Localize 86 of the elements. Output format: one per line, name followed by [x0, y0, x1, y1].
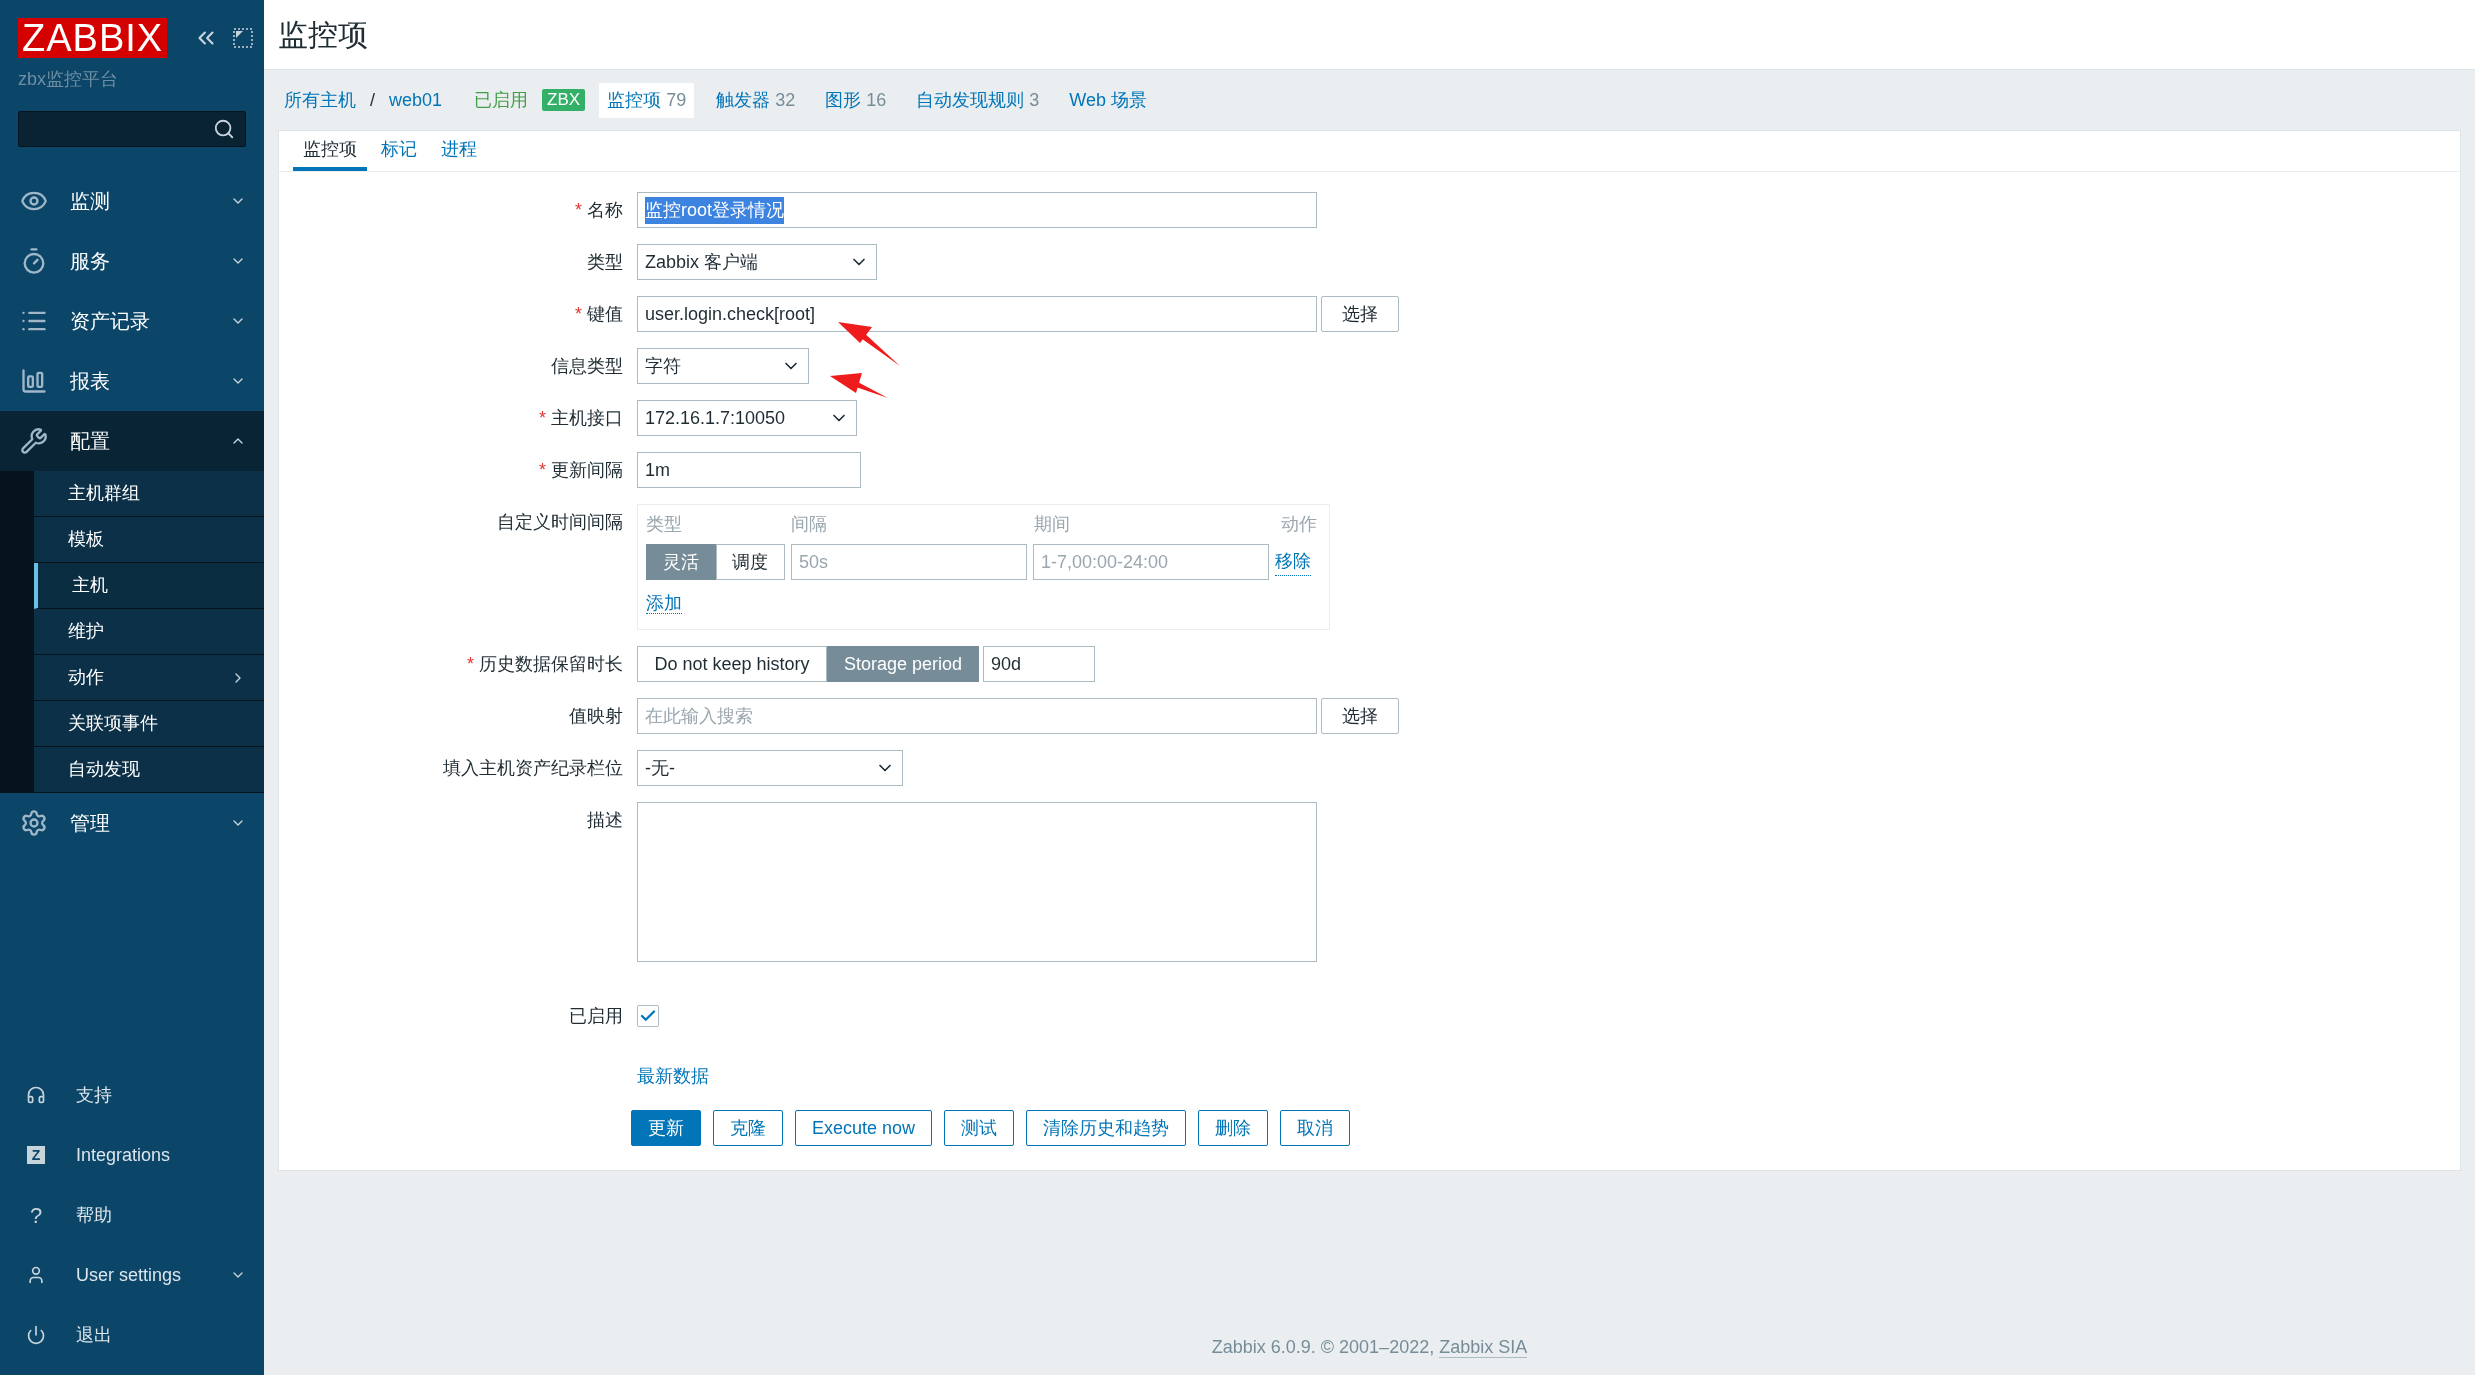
text-field[interactable]: 90d: [983, 646, 1095, 682]
text-field[interactable]: 监控root登录情况: [637, 192, 1317, 228]
wrench-icon: [20, 427, 48, 455]
breadcrumb-separator: /: [370, 88, 375, 112]
select-button[interactable]: 选择: [1321, 296, 1399, 332]
menu-item[interactable]: User settings: [0, 1245, 264, 1305]
field-label: 信息类型: [551, 354, 623, 378]
tab[interactable]: 监控项: [293, 131, 367, 171]
column-header: 间隔: [791, 513, 828, 536]
checkbox[interactable]: [637, 1005, 659, 1027]
tab[interactable]: 标记: [371, 131, 427, 171]
footer-text: Zabbix 6.0.9. © 2001–2022, Zabbix SIA: [1211, 1336, 1528, 1360]
submenu-item[interactable]: 模板: [34, 517, 264, 563]
subtitle: zbx监控平台: [17, 68, 119, 91]
column-header: 类型: [646, 513, 683, 536]
action-button[interactable]: 测试: [944, 1110, 1015, 1146]
submenu-item[interactable]: 主机: [34, 563, 264, 609]
arrow-drawing: [830, 373, 888, 398]
search-field[interactable]: [18, 111, 246, 147]
menu-item[interactable]: 配置: [0, 411, 264, 471]
dropdown[interactable]: -无-: [637, 750, 903, 786]
search-icon[interactable]: [213, 118, 235, 140]
host-nav-link[interactable]: 触发器 32: [708, 82, 804, 118]
menu-item[interactable]: ? 帮助: [0, 1185, 264, 1245]
action-button[interactable]: 清除历史和趋势: [1026, 1110, 1187, 1146]
menu-item[interactable]: 管理: [0, 793, 264, 853]
submenu-item[interactable]: 动作: [34, 655, 264, 701]
submenu-item[interactable]: 关联项事件: [34, 701, 264, 747]
breadcrumb-link[interactable]: 所有主机: [284, 86, 356, 114]
tab[interactable]: 进程: [431, 131, 487, 171]
text-field[interactable]: 1m: [637, 452, 861, 488]
help-icon: Z: [27, 1146, 45, 1164]
help-icon: ?: [29, 1198, 43, 1232]
gear-icon: [20, 809, 48, 837]
dropdown[interactable]: 172.16.1.7:10050: [637, 400, 857, 436]
add-link[interactable]: 添加: [646, 593, 682, 614]
power-icon: [26, 1325, 46, 1345]
host-nav-link[interactable]: 自动发现规则 3: [908, 82, 1048, 118]
toggle-button[interactable]: 调度: [715, 544, 785, 580]
field-label: 类型: [587, 250, 623, 274]
field-label: * 主机接口: [538, 406, 623, 430]
field-label: * 名称: [574, 198, 623, 222]
dropdown[interactable]: Zabbix 客户端: [637, 244, 877, 280]
field-label: 描述: [587, 808, 623, 832]
zbx-badge: ZBX: [542, 89, 586, 111]
column-header: 期间: [1034, 513, 1071, 536]
field-label: * 历史数据保留时长: [466, 652, 623, 676]
remove-link[interactable]: 移除: [1275, 548, 1311, 576]
field-label: * 键值: [574, 302, 623, 326]
bar-chart-icon: [20, 367, 48, 395]
arrow-drawing: [838, 322, 900, 366]
breadcrumb-link[interactable]: web01: [389, 86, 443, 114]
menu-item[interactable]: 支持: [0, 1065, 264, 1125]
submenu-item[interactable]: 维护: [34, 609, 264, 655]
field-label: 自定义时间间隔: [497, 510, 623, 534]
page-title: 监控项: [278, 17, 368, 53]
action-button[interactable]: 更新: [631, 1110, 701, 1146]
menu-item[interactable]: 资产记录: [0, 291, 264, 351]
headset-icon: [26, 1085, 46, 1105]
host-nav-link[interactable]: 图形 16: [817, 82, 895, 118]
action-button[interactable]: 取消: [1280, 1110, 1351, 1146]
latest-data-link[interactable]: 最新数据: [637, 1062, 709, 1090]
submenu-item[interactable]: 自动发现: [34, 747, 264, 793]
action-button[interactable]: 克隆: [713, 1110, 783, 1146]
field-label: * 更新间隔: [538, 458, 623, 482]
action-button[interactable]: Execute now: [795, 1110, 933, 1146]
select-button[interactable]: 选择: [1321, 698, 1399, 734]
host-nav-link[interactable]: 监控项 79: [599, 82, 695, 118]
field-label: 值映射: [569, 704, 623, 728]
menu-item[interactable]: 报表: [0, 351, 264, 411]
dropdown[interactable]: 字符: [637, 348, 809, 384]
field-label: 已启用: [569, 1004, 623, 1028]
action-button[interactable]: 删除: [1198, 1110, 1269, 1146]
logo[interactable]: ZABBIX: [18, 18, 168, 58]
text-field[interactable]: user.login.check[root]: [637, 296, 1317, 332]
submenu-item[interactable]: 主机群组: [34, 471, 264, 517]
expand-icon[interactable]: [233, 28, 254, 48]
toggle-button[interactable]: Do not keep history: [637, 646, 827, 682]
column-header: 动作: [1280, 513, 1317, 536]
field-label: 填入主机资产纪录栏位: [443, 756, 623, 780]
menu-item[interactable]: Z Integrations: [0, 1125, 264, 1185]
menu-item[interactable]: 退出: [0, 1305, 264, 1365]
menu-item[interactable]: 监测: [0, 171, 264, 231]
host-nav-link[interactable]: Web 场景: [1061, 82, 1155, 118]
user-icon: [26, 1265, 46, 1285]
menu-item[interactable]: 服务: [0, 231, 264, 291]
